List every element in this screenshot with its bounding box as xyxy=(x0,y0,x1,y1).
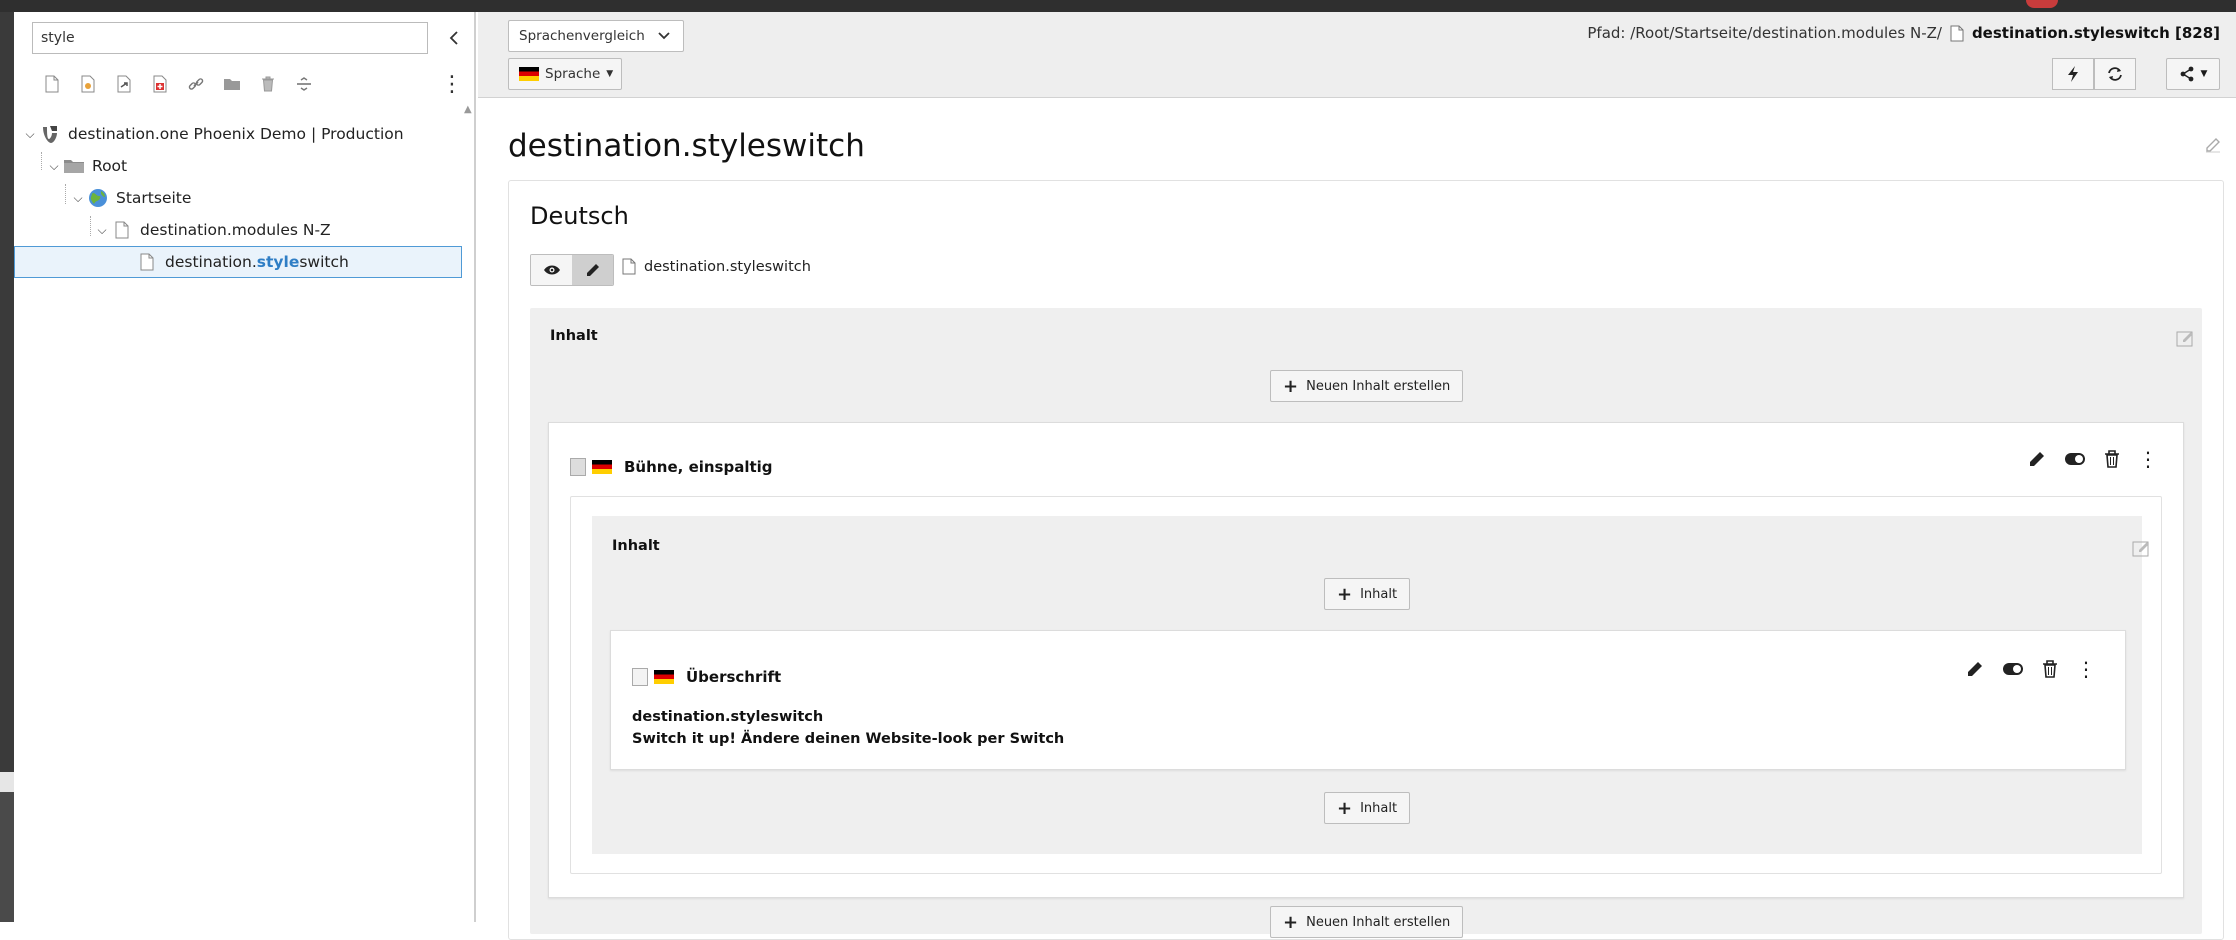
more-options-icon[interactable]: ⋮ xyxy=(2076,659,2096,679)
page-title: destination.styleswitch xyxy=(508,128,865,164)
divider-icon[interactable] xyxy=(286,66,322,102)
new-content-button-top[interactable]: + Neuen Inhalt erstellen xyxy=(1270,370,1464,402)
typo3-logo-icon xyxy=(38,123,62,145)
view-edit-toggle xyxy=(530,254,614,286)
clear-cache-button[interactable] xyxy=(2052,58,2094,90)
more-options-icon[interactable]: ⋮ xyxy=(440,68,464,100)
chevron-down-icon[interactable]: ⌵ xyxy=(22,127,38,142)
language-dropdown-button[interactable]: Sprache ▼ xyxy=(508,58,622,90)
plus-icon: + xyxy=(1283,911,1299,933)
new-page-icon[interactable] xyxy=(34,66,70,102)
trash-icon[interactable] xyxy=(250,66,286,102)
share-icon xyxy=(2180,66,2193,82)
pencil-icon[interactable] xyxy=(1966,660,1984,678)
tree-search-input[interactable] xyxy=(32,22,428,54)
folder-icon xyxy=(62,155,86,177)
lightning-icon xyxy=(2068,66,2078,82)
pencil-icon[interactable] xyxy=(2028,450,2046,468)
content-element-header: Bühne, einspaltig xyxy=(570,458,773,476)
page-icon xyxy=(135,251,159,273)
add-inner-content-button-top[interactable]: + Inhalt xyxy=(1324,578,1411,610)
german-flag-icon xyxy=(592,460,612,474)
page-icon xyxy=(110,219,134,241)
add-inner-content-button-bottom[interactable]: + Inhalt xyxy=(1324,792,1411,824)
tree-node-styleswitch[interactable]: destination.styleswitch xyxy=(14,246,462,278)
column-title: Inhalt xyxy=(550,328,598,344)
new-mountpoint-icon[interactable] xyxy=(142,66,178,102)
caret-down-icon: ▼ xyxy=(2200,69,2208,79)
new-content-button-bottom[interactable]: + Neuen Inhalt erstellen xyxy=(1270,906,1464,938)
globe-icon xyxy=(86,187,110,209)
reload-button[interactable] xyxy=(2094,58,2136,90)
nested-element-header: Überschrift xyxy=(632,668,781,686)
german-flag-icon xyxy=(654,670,674,684)
tree-toolbar: ⋮ xyxy=(14,64,476,104)
top-bar xyxy=(0,0,2236,12)
edit-inner-column-icon[interactable] xyxy=(2132,540,2152,558)
refresh-icon xyxy=(2108,67,2122,81)
page-tree: ⌵ destination.one Phoenix Demo | Product… xyxy=(14,118,462,278)
chevron-down-icon[interactable]: ⌵ xyxy=(70,191,86,206)
content-element-actions: ⋮ xyxy=(2028,449,2158,469)
more-options-icon[interactable]: ⋮ xyxy=(2138,449,2158,469)
new-page-special-icon[interactable] xyxy=(70,66,106,102)
caret-down-icon: ▼ xyxy=(606,69,614,79)
page-tree-panel: ⋮ ▲ ⌵ destination.one Phoenix Demo | Pro… xyxy=(14,12,476,922)
new-shortcut-icon[interactable] xyxy=(106,66,142,102)
language-title: Deutsch xyxy=(530,202,629,230)
folder-icon[interactable] xyxy=(214,66,250,102)
plus-icon: + xyxy=(1337,583,1353,605)
toggle-visibility-icon[interactable] xyxy=(2064,452,2086,466)
trash-icon[interactable] xyxy=(2042,660,2058,678)
share-button[interactable]: ▼ xyxy=(2166,58,2220,90)
tree-node-root[interactable]: ⌵ Root xyxy=(14,150,462,182)
chevron-left-icon xyxy=(449,31,458,45)
edit-page-icon[interactable] xyxy=(2204,136,2222,154)
tree-node-startseite[interactable]: ⌵ Startseite xyxy=(14,182,462,214)
content-type-icon xyxy=(570,458,586,476)
edit-column-icon[interactable] xyxy=(2176,330,2196,348)
content-area: Sprachenvergleich Sprache ▼ Pfad: /Root/… xyxy=(478,12,2236,940)
page-link[interactable]: destination.styleswitch xyxy=(622,258,811,275)
toggle-visibility-icon[interactable] xyxy=(2002,662,2024,676)
collapse-tree-button[interactable] xyxy=(440,22,468,54)
link-icon[interactable] xyxy=(178,66,214,102)
page-icon xyxy=(622,258,636,275)
tree-node-modules[interactable]: ⌵ destination.modules N-Z xyxy=(14,214,462,246)
view-mode-select[interactable]: Sprachenvergleich xyxy=(508,20,684,52)
plus-icon: + xyxy=(1283,375,1299,397)
tree-node-label: destination.styleswitch xyxy=(165,253,349,271)
breadcrumb: Pfad: /Root/Startseite/destination.modul… xyxy=(1587,24,2220,42)
page-icon xyxy=(1950,25,1964,42)
chevron-down-icon xyxy=(657,28,671,42)
inner-column-title: Inhalt xyxy=(612,538,660,554)
pencil-icon xyxy=(586,264,599,276)
content-type-icon xyxy=(632,668,648,686)
chevron-down-icon[interactable]: ⌵ xyxy=(46,159,62,174)
trash-icon[interactable] xyxy=(2104,450,2120,468)
nested-element-preview: destination.styleswitch Switch it up! Än… xyxy=(632,709,1065,747)
module-menu-edge xyxy=(0,12,14,922)
nested-element-actions: ⋮ xyxy=(1966,659,2096,679)
plus-icon: + xyxy=(1337,797,1353,819)
doc-header: Sprachenvergleich Sprache ▼ Pfad: /Root/… xyxy=(478,12,2236,98)
view-page-button[interactable] xyxy=(531,255,572,285)
scroll-up-icon[interactable]: ▲ xyxy=(464,104,472,115)
tree-node-site[interactable]: ⌵ destination.one Phoenix Demo | Product… xyxy=(14,118,462,150)
german-flag-icon xyxy=(519,67,539,81)
edit-page-button[interactable] xyxy=(572,255,613,285)
eye-icon xyxy=(543,265,560,275)
notification-badge xyxy=(2026,0,2058,8)
chevron-down-icon[interactable]: ⌵ xyxy=(94,223,110,238)
